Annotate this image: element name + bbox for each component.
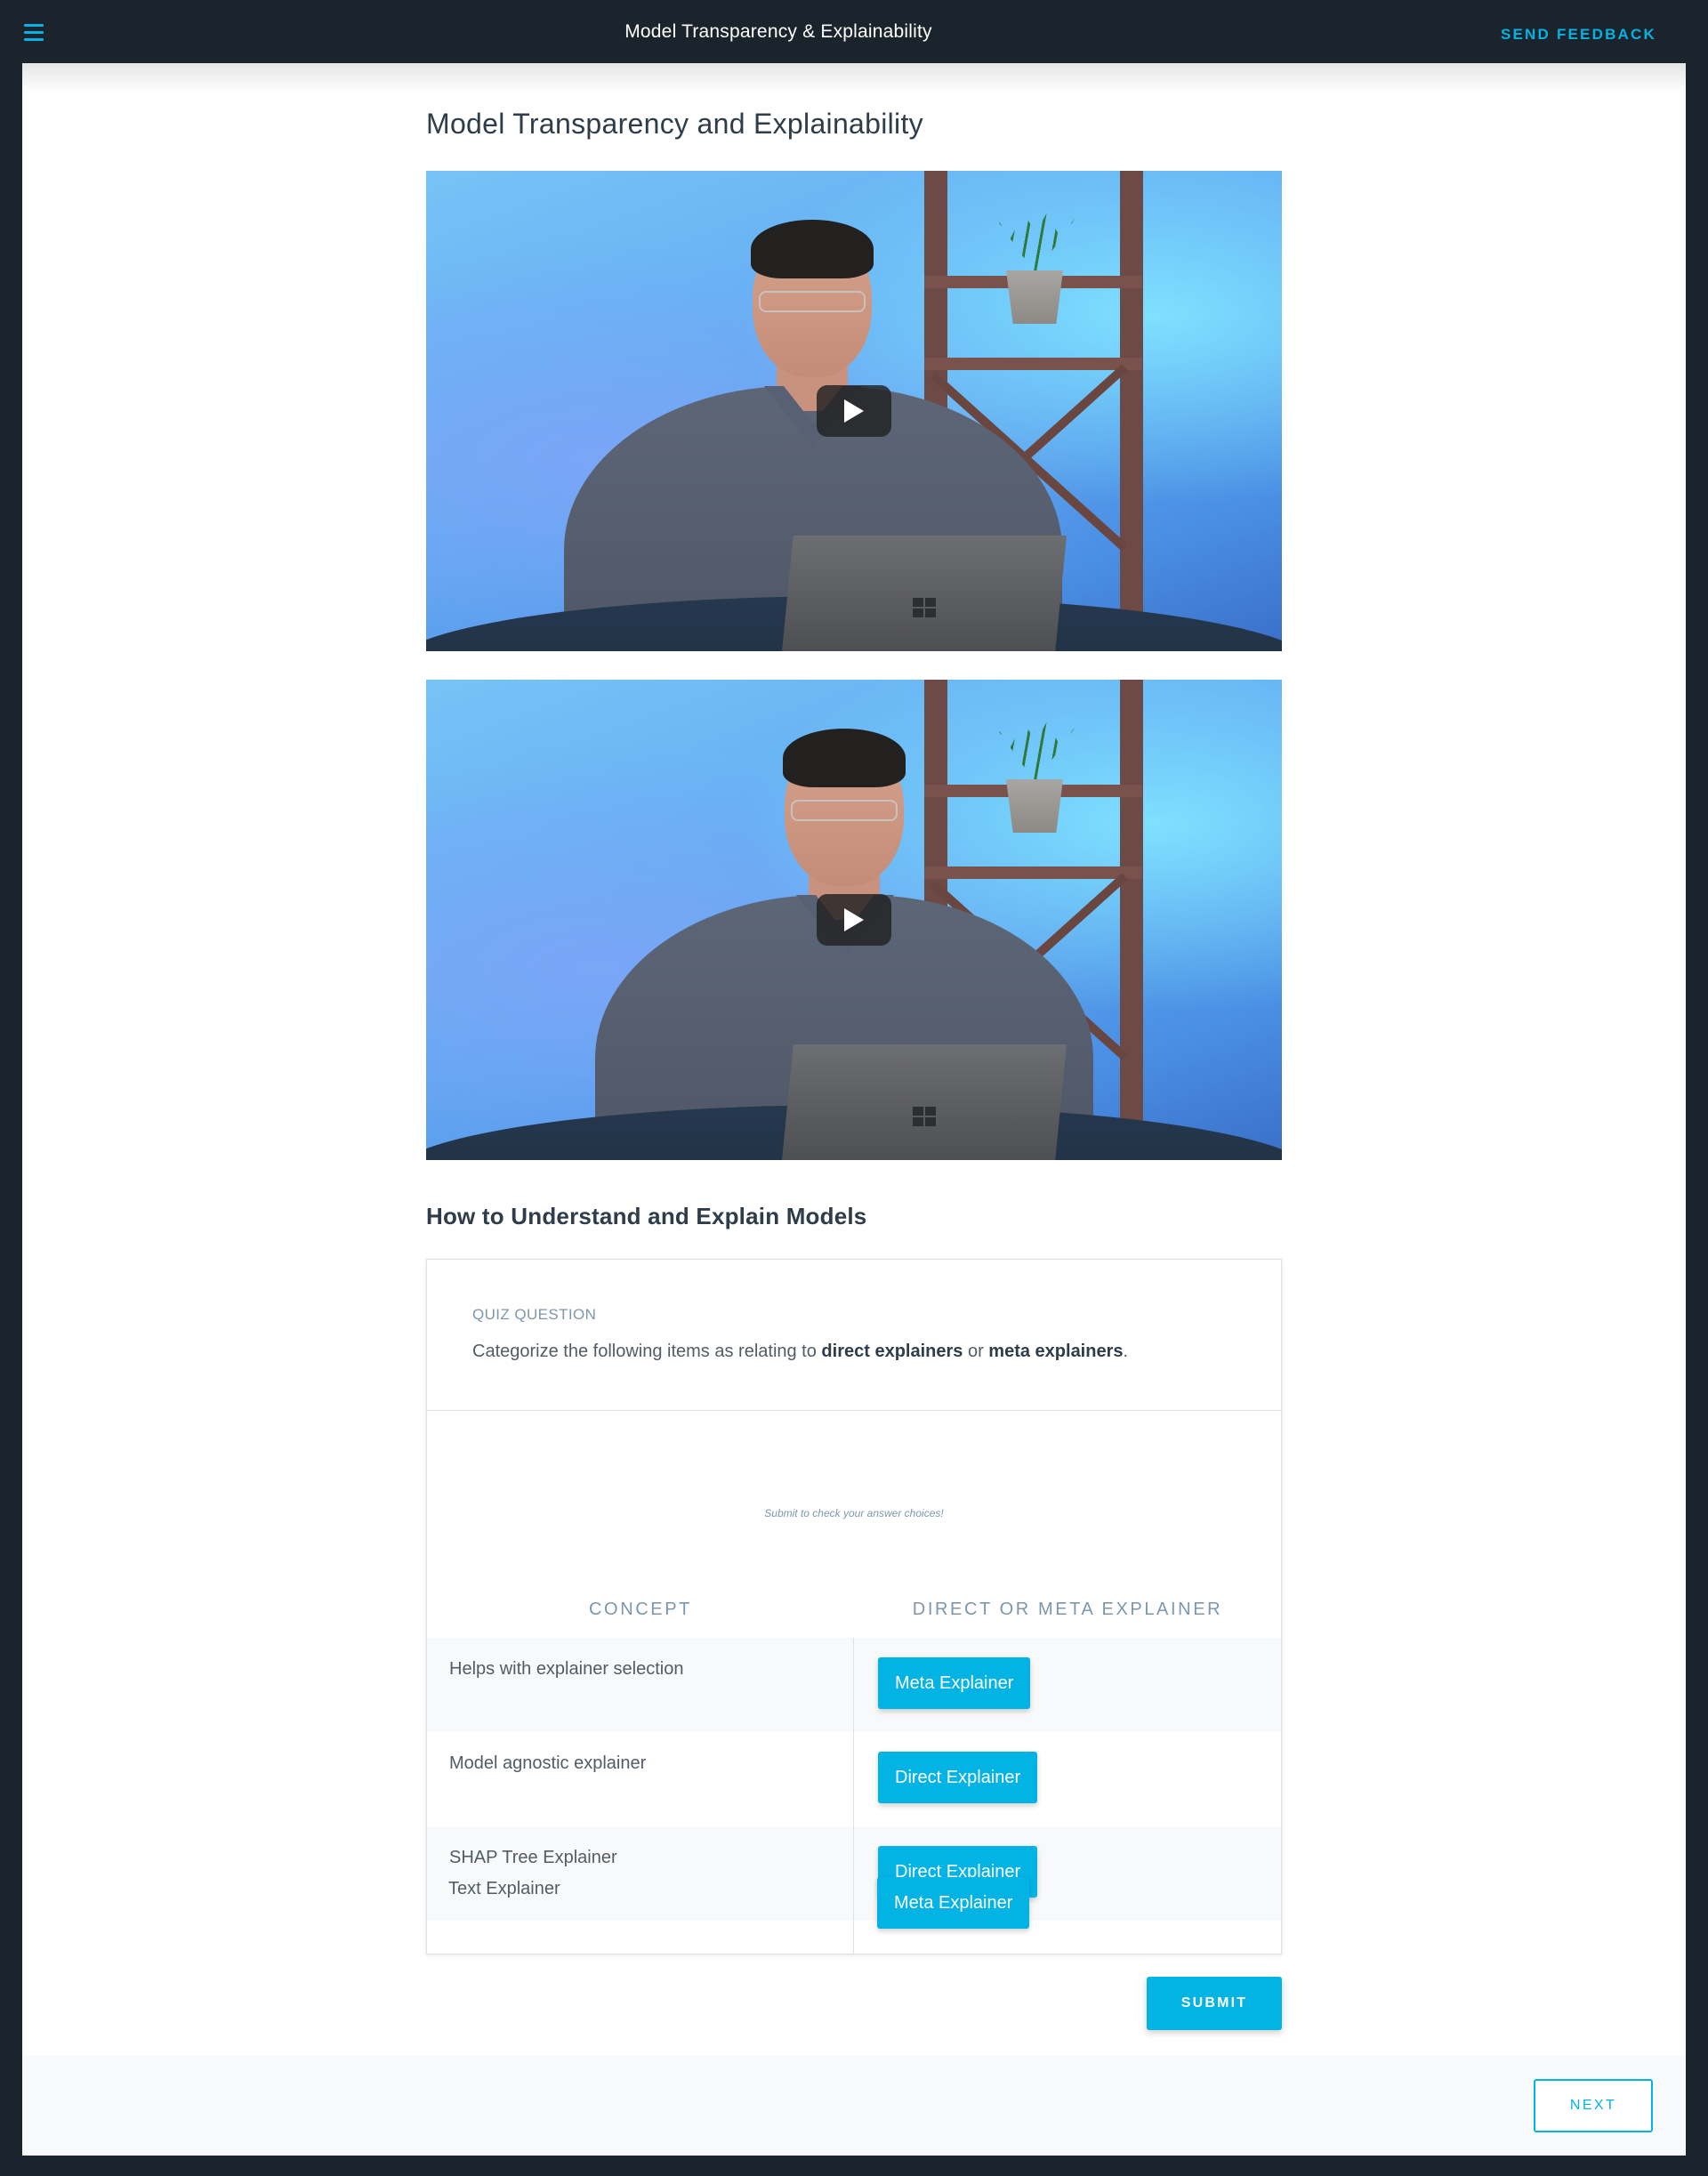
quiz-row: Helps with explainer selection Meta Expl… xyxy=(427,1638,1281,1732)
page-title: Model Transparency and Explainability xyxy=(426,108,923,140)
lesson-content-panel: Model Transparency and Explainability Ho… xyxy=(22,63,1686,2156)
quiz-row: Text Explainer Meta Explainer xyxy=(426,1858,1280,1952)
concept-label: Helps with explainer selection xyxy=(449,1659,684,1679)
video-player-1[interactable] xyxy=(426,171,1282,651)
plant-pot-image xyxy=(1006,270,1063,324)
concept-label: Text Explainer xyxy=(448,1879,560,1898)
top-navigation-bar: Model Transparency & Explainability SEND… xyxy=(0,0,1708,63)
panel-top-shadow xyxy=(22,63,1686,93)
video-player-2[interactable] xyxy=(426,680,1282,1160)
quiz-prompt: Categorize the following items as relati… xyxy=(472,1342,1128,1362)
quiz-prompt-text: . xyxy=(1123,1342,1129,1361)
laptop-image xyxy=(782,536,1067,651)
quiz-row: Model agnostic explainer Direct Explaine… xyxy=(427,1732,1281,1826)
next-button[interactable]: NEXT xyxy=(1534,2079,1653,2132)
answer-chip[interactable]: Meta Explainer xyxy=(877,1877,1030,1929)
quiz-prompt-text: or xyxy=(963,1342,989,1361)
lesson-title: Model Transparency & Explainability xyxy=(624,21,932,42)
quiz-prompt-term-meta: meta explainers xyxy=(988,1342,1124,1361)
play-icon[interactable] xyxy=(817,894,891,946)
play-icon[interactable] xyxy=(817,385,891,437)
laptop-image xyxy=(782,1044,1067,1160)
answer-chip[interactable]: Meta Explainer xyxy=(878,1657,1031,1709)
quiz-label: QUIZ QUESTION xyxy=(472,1306,597,1323)
answer-chip[interactable]: Direct Explainer xyxy=(878,1752,1038,1803)
quiz-prompt-text: Categorize the following items as relati… xyxy=(472,1342,822,1361)
send-feedback-link[interactable]: SEND FEEDBACK xyxy=(1501,26,1656,44)
section-heading: How to Understand and Explain Models xyxy=(426,1203,867,1229)
lesson-footer: NEXT xyxy=(22,2056,1686,2156)
column-header-answer: DIRECT OR META EXPLAINER xyxy=(912,1600,1223,1619)
submit-button[interactable]: SUBMIT xyxy=(1147,1977,1282,2030)
quiz-hint: Submit to check your answer choices! xyxy=(764,1507,944,1519)
column-header-concept: CONCEPT xyxy=(589,1600,692,1619)
quiz-card: QUIZ QUESTION Categorize the following i… xyxy=(426,1259,1282,1954)
quiz-prompt-term-direct: direct explainers xyxy=(821,1342,963,1361)
quiz-header: QUIZ QUESTION Categorize the following i… xyxy=(427,1260,1281,1411)
concept-label: Model agnostic explainer xyxy=(449,1753,647,1773)
plant-pot-image xyxy=(1006,779,1063,833)
